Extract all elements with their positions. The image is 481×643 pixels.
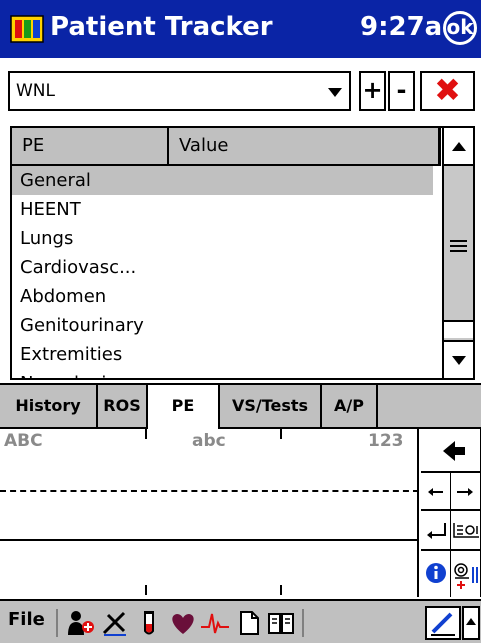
app-title: Patient Tracker xyxy=(50,12,273,42)
pe-grid: PE Value General HEENT Lungs Cardiovasc.… xyxy=(10,126,475,380)
book-icon[interactable] xyxy=(266,609,296,637)
scroll-up-button[interactable] xyxy=(444,128,473,166)
lowercase-zone-label: abc xyxy=(192,431,226,451)
table-row[interactable]: Neurologic xyxy=(12,369,433,378)
table-row[interactable]: Genitourinary xyxy=(12,311,433,340)
zone-divider xyxy=(280,429,282,439)
handwriting-area[interactable]: ABC abc 123 xyxy=(0,429,419,597)
cursor-left-button[interactable] xyxy=(421,473,451,511)
info-button[interactable] xyxy=(421,551,451,597)
separator xyxy=(56,609,58,637)
table-row[interactable]: General xyxy=(12,166,433,195)
input-method-menu-button[interactable] xyxy=(462,606,480,640)
symbols-button[interactable] xyxy=(451,551,481,597)
enter-button[interactable] xyxy=(421,511,451,551)
space-icon xyxy=(453,523,479,538)
column-header-value[interactable]: Value xyxy=(169,128,441,166)
tab-history[interactable]: History xyxy=(0,385,98,429)
heart-icon[interactable] xyxy=(168,609,198,637)
table-row[interactable]: Extremities xyxy=(12,340,433,369)
file-menu[interactable]: File xyxy=(8,609,45,630)
arrow-down-icon xyxy=(452,356,466,365)
tab-bar: History ROS PE VS/Tests A/P xyxy=(0,383,481,430)
tab-ros[interactable]: ROS xyxy=(98,385,148,429)
arrow-up-icon xyxy=(466,618,476,625)
tab-pe[interactable]: PE xyxy=(148,385,220,430)
delete-button[interactable]: ✖ xyxy=(420,71,475,111)
dropdown-value: WNL xyxy=(16,81,55,101)
test-tube-icon[interactable] xyxy=(134,609,164,637)
add-button[interactable]: + xyxy=(359,71,386,111)
add-patient-icon[interactable] xyxy=(66,609,96,637)
input-method-button[interactable] xyxy=(425,606,461,640)
ecg-icon[interactable] xyxy=(200,609,230,637)
separator xyxy=(302,609,304,637)
enter-icon xyxy=(427,523,446,539)
space-button[interactable] xyxy=(451,511,481,551)
table-row[interactable]: Lungs xyxy=(12,224,433,253)
cursor-right-button[interactable] xyxy=(451,473,481,511)
clock[interactable]: 9:27a xyxy=(360,12,442,42)
value-dropdown[interactable]: WNL xyxy=(8,71,351,111)
command-bar: File xyxy=(0,599,481,643)
input-keys xyxy=(421,429,481,597)
input-panel: ABC abc 123 xyxy=(0,429,481,599)
baseline-guide xyxy=(0,490,419,492)
line-divider xyxy=(0,539,419,541)
number-zone-label: 123 xyxy=(368,431,404,451)
arrow-left-icon xyxy=(443,441,465,461)
zone-divider xyxy=(280,585,282,595)
info-icon xyxy=(426,563,446,583)
scroll-grip-icon[interactable] xyxy=(450,240,467,252)
arrow-up-icon xyxy=(452,142,466,151)
uppercase-zone-label: ABC xyxy=(4,431,43,451)
scroll-down-button[interactable] xyxy=(444,340,473,378)
document-icon[interactable] xyxy=(234,609,264,637)
table-row[interactable]: Cardiovasc... xyxy=(12,253,433,282)
ok-button[interactable]: ok xyxy=(443,11,477,45)
pen-icon xyxy=(431,612,455,636)
scroll-thumb[interactable] xyxy=(444,320,473,338)
zone-divider xyxy=(145,585,147,595)
tab-vs-tests[interactable]: VS/Tests xyxy=(220,385,322,429)
backspace-button[interactable] xyxy=(421,429,481,473)
arrow-left-icon xyxy=(428,488,443,496)
app-icon xyxy=(10,15,44,43)
vertical-scrollbar[interactable] xyxy=(442,128,473,378)
symbols-icon xyxy=(454,563,478,589)
title-bar: Patient Tracker 9:27a ok xyxy=(0,0,481,58)
table-row[interactable]: HEENT xyxy=(12,195,433,224)
chevron-down-icon[interactable] xyxy=(328,88,342,97)
remove-button[interactable]: - xyxy=(388,71,415,111)
procedure-icon[interactable] xyxy=(100,609,130,637)
table-row[interactable]: Abdomen xyxy=(12,282,433,311)
tab-a-p[interactable]: A/P xyxy=(322,385,378,429)
zone-divider xyxy=(145,429,147,439)
column-header-pe[interactable]: PE xyxy=(12,128,169,166)
pe-list: General HEENT Lungs Cardiovasc... Abdome… xyxy=(12,166,433,378)
arrow-right-icon xyxy=(457,488,473,496)
